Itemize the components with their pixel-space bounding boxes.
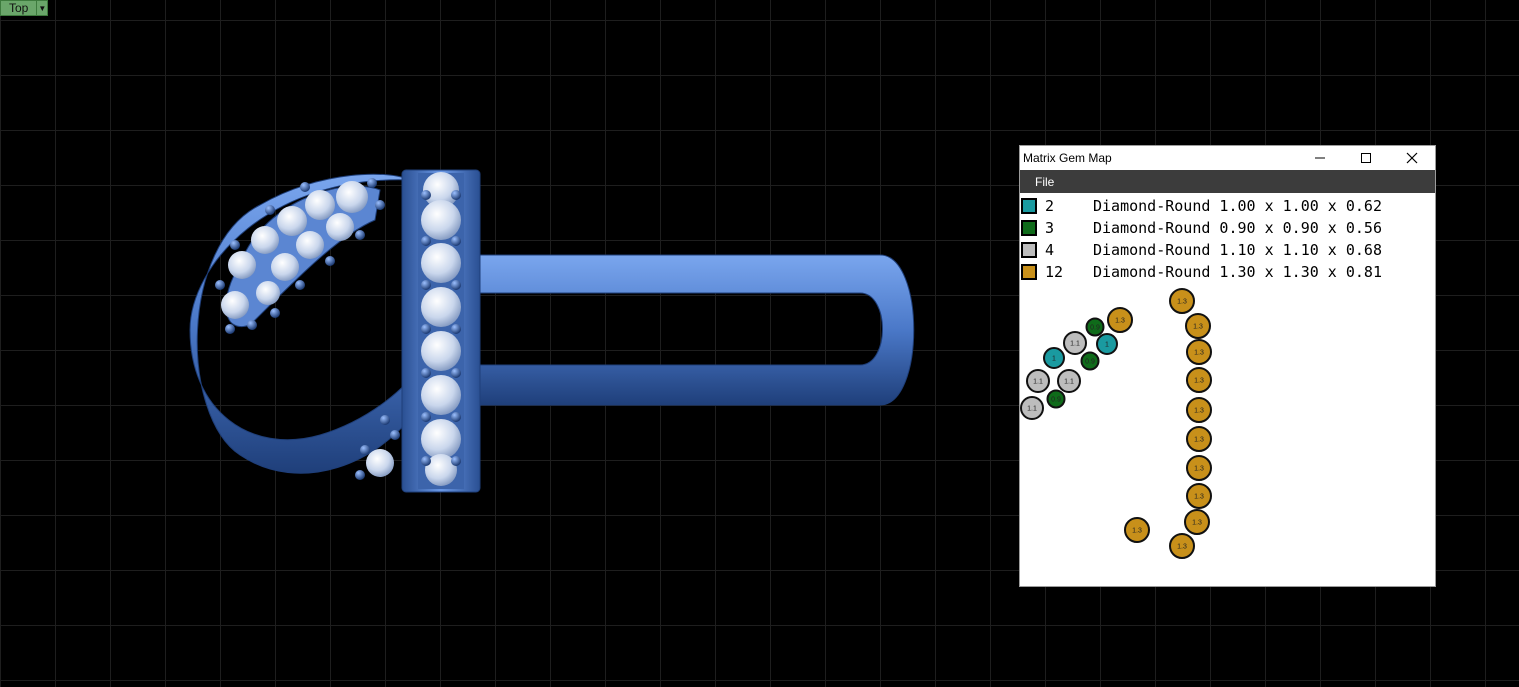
gem-size-label: 1.3	[1177, 544, 1187, 551]
gem-marker: 1.3	[1169, 533, 1195, 559]
chevron-down-icon[interactable]: ▼	[36, 1, 47, 15]
gem-marker: 1	[1096, 333, 1118, 355]
ring-model[interactable]	[180, 165, 930, 495]
gem-count: 4	[1045, 241, 1055, 259]
gem-marker: 1.1	[1026, 369, 1050, 393]
gem-size-label: 1.3	[1193, 324, 1203, 331]
swatch-gold	[1021, 264, 1037, 280]
gem-marker: 1	[1043, 347, 1065, 369]
gem-marker: 1.3	[1186, 339, 1212, 365]
gem-size-label: 1.3	[1194, 466, 1204, 473]
gem-marker: 0.9	[1046, 389, 1066, 409]
gem-marker: 1.3	[1185, 313, 1211, 339]
gem-marker: 1.3	[1124, 517, 1150, 543]
legend-row: 12 Diamond-Round 1.30 x 1.30 x 0.81	[1020, 261, 1435, 283]
gem-size-label: 0.9	[1051, 397, 1061, 404]
minimize-button[interactable]	[1297, 146, 1343, 170]
gem-count: 3	[1045, 219, 1055, 237]
menu-file[interactable]: File	[1020, 175, 1069, 189]
gem-size-label: 1.3	[1194, 494, 1204, 501]
gem-size-label: 1	[1052, 356, 1056, 363]
swatch-teal	[1021, 198, 1037, 214]
gem-description: Diamond-Round 1.10 x 1.10 x 0.68	[1093, 241, 1382, 259]
gem-marker: 1.3	[1186, 455, 1212, 481]
gem-marker: 0.9	[1080, 351, 1100, 371]
close-button[interactable]	[1389, 146, 1435, 170]
gem-size-label: 0.9	[1090, 325, 1100, 332]
gem-marker: 1.1	[1057, 369, 1081, 393]
gem-marker: 1.1	[1063, 331, 1087, 355]
gem-marker: 1.3	[1184, 509, 1210, 535]
menu-bar: File	[1020, 170, 1435, 193]
gem-size-label: 1.3	[1115, 318, 1125, 325]
gem-marker: 1.3	[1186, 397, 1212, 423]
gem-size-label: 1.3	[1177, 299, 1187, 306]
maximize-button[interactable]	[1343, 146, 1389, 170]
gem-marker: 1.3	[1186, 367, 1212, 393]
gem-size-label: 1.3	[1132, 528, 1142, 535]
viewport-tab[interactable]: Top ▼	[0, 0, 49, 16]
gem-size-label: 1.3	[1194, 437, 1204, 444]
legend-row: 2 Diamond-Round 1.00 x 1.00 x 0.62	[1020, 195, 1435, 217]
gem-marker: 1.3	[1107, 307, 1133, 333]
gem-size-label: 1.1	[1064, 379, 1074, 386]
minimize-icon	[1315, 157, 1325, 159]
close-icon	[1406, 152, 1418, 164]
gem-size-label: 1.3	[1192, 520, 1202, 527]
gem-size-label: 1.1	[1033, 379, 1043, 386]
gem-size-label: 1.1	[1027, 406, 1037, 413]
swatch-gray	[1021, 242, 1037, 258]
gem-description: Diamond-Round 0.90 x 0.90 x 0.56	[1093, 219, 1382, 237]
gem-size-label: 0.9	[1085, 359, 1095, 366]
gem-marker: 1.3	[1186, 426, 1212, 452]
window-title: Matrix Gem Map	[1023, 151, 1112, 165]
gem-legend: 2 Diamond-Round 1.00 x 1.00 x 0.62 3 Dia…	[1020, 193, 1435, 283]
swatch-green	[1021, 220, 1037, 236]
gem-description: Diamond-Round 1.30 x 1.30 x 0.81	[1093, 263, 1382, 281]
gem-count: 2	[1045, 197, 1055, 215]
gem-marker: 1.3	[1186, 483, 1212, 509]
gem-size-label: 1	[1105, 342, 1109, 349]
window-titlebar[interactable]: Matrix Gem Map	[1020, 146, 1435, 170]
gem-size-label: 1.1	[1070, 341, 1080, 348]
gem-count: 12	[1045, 263, 1064, 281]
gem-marker: 0.9	[1085, 317, 1105, 337]
gem-size-label: 1.3	[1194, 408, 1204, 415]
gem-marker: 1.3	[1169, 288, 1195, 314]
gem-map-window[interactable]: Matrix Gem Map File 2 Diamond-Round 1.00…	[1019, 145, 1436, 587]
legend-row: 3 Diamond-Round 0.90 x 0.90 x 0.56	[1020, 217, 1435, 239]
gem-marker: 1.1	[1020, 396, 1044, 420]
gem-size-label: 1.3	[1194, 378, 1204, 385]
gem-size-label: 1.3	[1194, 350, 1204, 357]
gem-description: Diamond-Round 1.00 x 1.00 x 0.62	[1093, 197, 1382, 215]
maximize-icon	[1361, 153, 1371, 163]
viewport-label[interactable]: Top	[1, 1, 36, 15]
gem-layout-canvas: 1.3 1.3 1.3 1.3 1.3 1.3 1.3 1.3 1.3 1.3 1.3 1.3 1.1 1…	[1020, 288, 1212, 559]
legend-row: 4 Diamond-Round 1.10 x 1.10 x 0.68	[1020, 239, 1435, 261]
shank	[479, 254, 915, 406]
